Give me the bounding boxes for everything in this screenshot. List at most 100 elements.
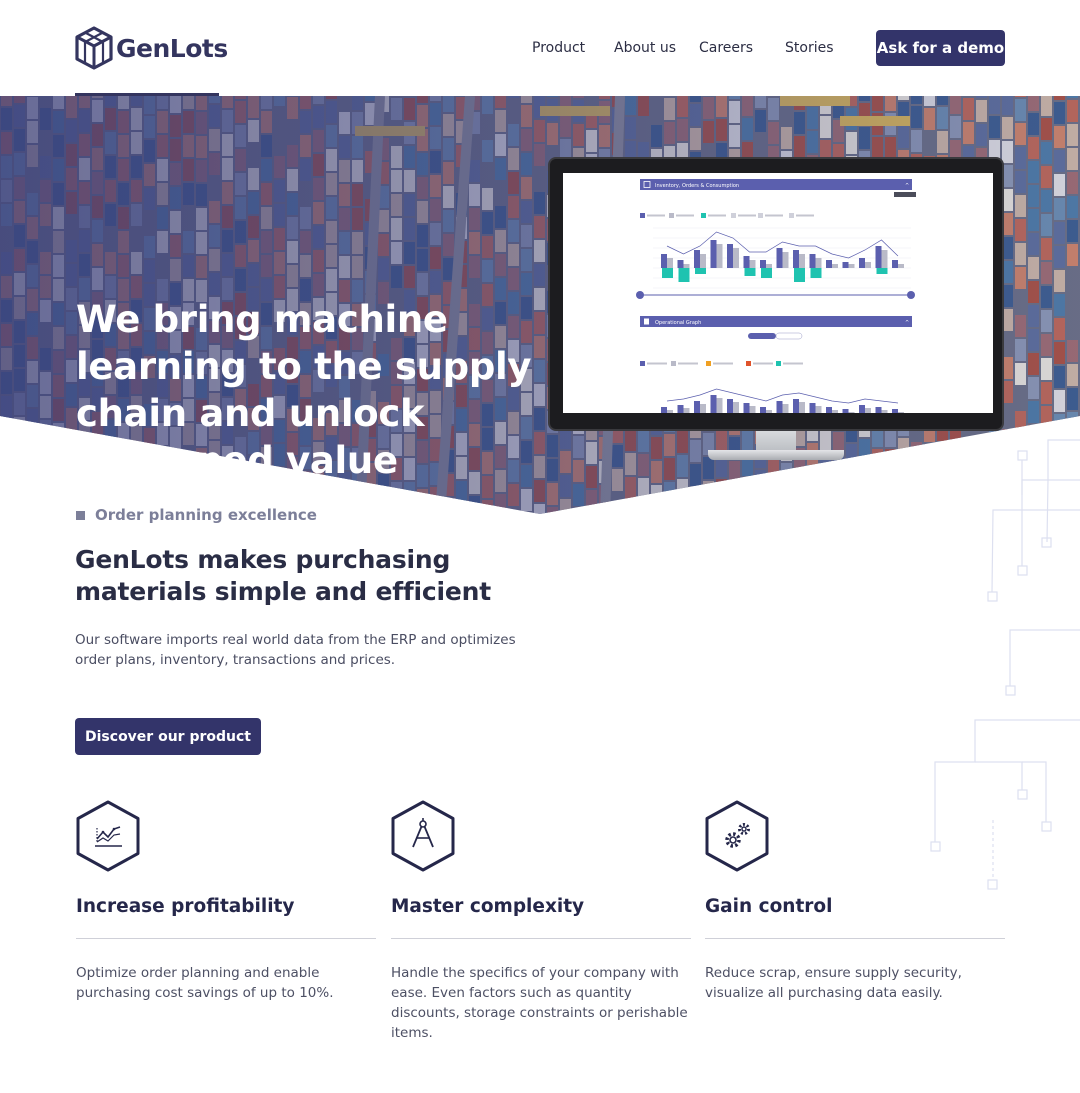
- shipping-container: [14, 465, 25, 487]
- shipping-container: [1067, 436, 1078, 458]
- shipping-container: [27, 505, 38, 514]
- chart-bar: [793, 399, 799, 413]
- shipping-container: [1, 468, 12, 490]
- chart-bar: [695, 268, 706, 274]
- shipping-container: [807, 467, 818, 489]
- chart-bar: [782, 252, 789, 268]
- shipping-container: [729, 509, 740, 514]
- legend-swatch: [706, 361, 711, 366]
- shipping-container: [638, 502, 649, 514]
- legend-swatch: [701, 213, 706, 218]
- chart-bar: [794, 268, 805, 282]
- chart-bar: [743, 403, 750, 413]
- feature-title: Increase profitability: [76, 896, 295, 917]
- section-eyebrow: Order planning excellence: [76, 506, 317, 524]
- monitor-base: [708, 450, 844, 460]
- shipping-container: [1041, 478, 1052, 500]
- shipping-container: [378, 498, 389, 514]
- shipping-container: [872, 473, 883, 495]
- shipping-container: [326, 485, 337, 507]
- shipping-container: [1002, 501, 1013, 514]
- legend-swatch: [746, 361, 751, 366]
- shipping-container: [963, 506, 974, 514]
- shipping-container: [14, 513, 25, 514]
- nav-product[interactable]: Product: [532, 40, 585, 56]
- shipping-container: [820, 500, 831, 514]
- chart-bar: [881, 410, 888, 413]
- shipping-container: [989, 500, 1000, 514]
- shipping-container: [1028, 425, 1039, 447]
- shipping-container: [40, 444, 51, 466]
- shipping-container: [742, 478, 753, 500]
- legend-swatch: [789, 213, 794, 218]
- shipping-container: [1041, 502, 1052, 514]
- chart-bar: [892, 260, 898, 268]
- shipping-container: [1015, 459, 1026, 481]
- shipping-container: [27, 433, 38, 455]
- svg-text:^: ^: [905, 183, 909, 189]
- legend-label: [796, 214, 814, 217]
- chart-bar: [865, 408, 871, 413]
- shipping-container: [703, 481, 714, 503]
- shipping-container: [807, 491, 818, 513]
- chart-bar: [727, 399, 733, 413]
- shipping-container: [391, 506, 402, 514]
- logo[interactable]: GenLots: [75, 26, 228, 70]
- shipping-container: [1, 420, 12, 442]
- dashboard-screen: Inventory, Orders & Consumption ^ Operat…: [563, 173, 993, 413]
- legend-label: [647, 214, 665, 217]
- shipping-container: [1002, 477, 1013, 499]
- legend-swatch: [758, 213, 763, 218]
- shipping-container: [352, 496, 363, 514]
- shipping-container: [716, 503, 727, 514]
- feature-divider: [705, 938, 1005, 939]
- chart-bar: [694, 401, 700, 413]
- chart-bar: [782, 404, 789, 413]
- ask-for-demo-button[interactable]: Ask for a demo: [876, 30, 1005, 66]
- nav-careers[interactable]: Careers: [699, 40, 753, 56]
- chart-bar: [727, 244, 733, 268]
- shipping-container: [586, 514, 597, 516]
- chart-bar: [848, 264, 855, 268]
- chart-bar: [662, 268, 673, 278]
- nav-stories[interactable]: Stories: [785, 40, 834, 56]
- shipping-container: [430, 511, 441, 514]
- shipping-container: [53, 471, 64, 493]
- dashboard-charts: Inventory, Orders & Consumption ^ Operat…: [636, 179, 916, 413]
- chart-bar: [809, 254, 816, 268]
- chart-bar: [749, 406, 756, 413]
- chart-bar: [881, 250, 888, 268]
- feature-title: Gain control: [705, 896, 833, 917]
- logo-text: GenLots: [116, 33, 228, 63]
- feature-description: Handle the specifics of your company wit…: [391, 965, 688, 1041]
- timeline-handle-icon: [636, 291, 644, 299]
- shipping-container: [287, 481, 298, 503]
- gears-icon: [705, 800, 769, 872]
- discover-product-button[interactable]: Discover our product: [75, 718, 261, 755]
- shipping-container: [443, 498, 454, 514]
- chart-bar: [733, 248, 739, 268]
- chart-bar: [848, 412, 855, 413]
- chart-icon: [76, 800, 140, 872]
- shipping-container: [27, 481, 38, 503]
- square-bullet-icon: [76, 510, 85, 520]
- dashboard-monitor: Inventory, Orders & Consumption ^ Operat…: [548, 157, 1004, 463]
- shipping-container: [911, 490, 922, 512]
- shipping-container: [950, 500, 961, 514]
- shipping-container: [326, 509, 337, 514]
- svg-text:^: ^: [905, 320, 909, 326]
- chart-bar: [842, 262, 849, 268]
- feature-master-complexity: Master complexity Handle the specifics o…: [390, 800, 691, 1041]
- chart-bar: [677, 260, 684, 268]
- shipping-container: [781, 487, 792, 509]
- shipping-container: [40, 468, 51, 490]
- panel1-title: Inventory, Orders & Consumption: [655, 183, 739, 189]
- feature-increase-profitability: Increase profitability Optimize order pl…: [75, 800, 376, 1001]
- nav-about-us[interactable]: About us: [614, 40, 676, 56]
- feature-title: Master complexity: [391, 896, 585, 917]
- chart-bar: [832, 410, 838, 413]
- chart-bar: [815, 258, 822, 268]
- feature-gain-control: Gain control Reduce scrap, ensure supply…: [704, 800, 1005, 1001]
- chart-bar: [793, 250, 799, 268]
- chart-bar: [898, 264, 904, 268]
